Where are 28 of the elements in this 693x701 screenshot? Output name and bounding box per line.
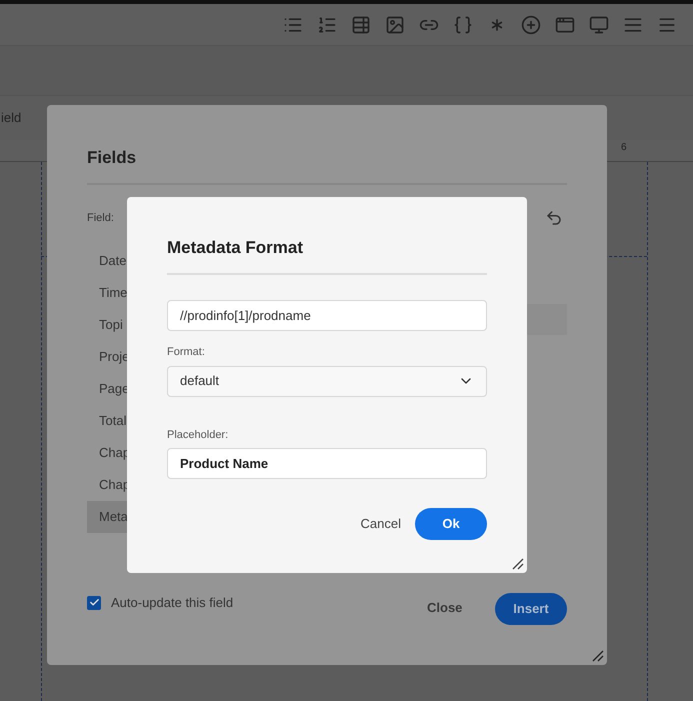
cancel-button[interactable]: Cancel xyxy=(360,514,401,534)
format-dropdown[interactable]: default xyxy=(167,366,487,396)
checkbox[interactable] xyxy=(87,596,101,610)
tab-label[interactable]: ield xyxy=(1,108,22,128)
placeholder-field[interactable]: Product Name xyxy=(167,448,487,479)
dialog-title: Metadata Format xyxy=(167,238,304,257)
image-icon[interactable] xyxy=(385,14,405,34)
dialog-title: Fields xyxy=(87,148,136,167)
ok-button[interactable]: Ok xyxy=(415,508,487,540)
table-icon[interactable] xyxy=(351,14,371,34)
check-icon xyxy=(88,597,100,608)
checkbox-label: Auto-update this field xyxy=(111,594,234,612)
monitor-icon[interactable] xyxy=(589,14,609,34)
brackets-icon[interactable] xyxy=(453,14,473,34)
numbered-list-icon[interactable] xyxy=(317,14,337,34)
insert-button[interactable]: Insert xyxy=(495,593,567,625)
close-button[interactable]: Close xyxy=(427,598,462,618)
resize-grip-icon[interactable] xyxy=(592,650,604,662)
format-label: Format: xyxy=(167,345,206,360)
xpath-field[interactable]: //prodinfo[1]/prodname xyxy=(167,300,487,331)
resize-grip-icon[interactable] xyxy=(512,558,524,570)
field-label: Field: xyxy=(87,210,114,226)
plus-circle-icon[interactable] xyxy=(521,14,541,34)
ruler-number: 6 xyxy=(621,141,627,155)
list-row-background xyxy=(527,304,567,335)
placeholder-label: Placeholder: xyxy=(167,428,230,442)
undo-icon[interactable] xyxy=(545,209,563,227)
window-icon[interactable] xyxy=(555,14,575,34)
